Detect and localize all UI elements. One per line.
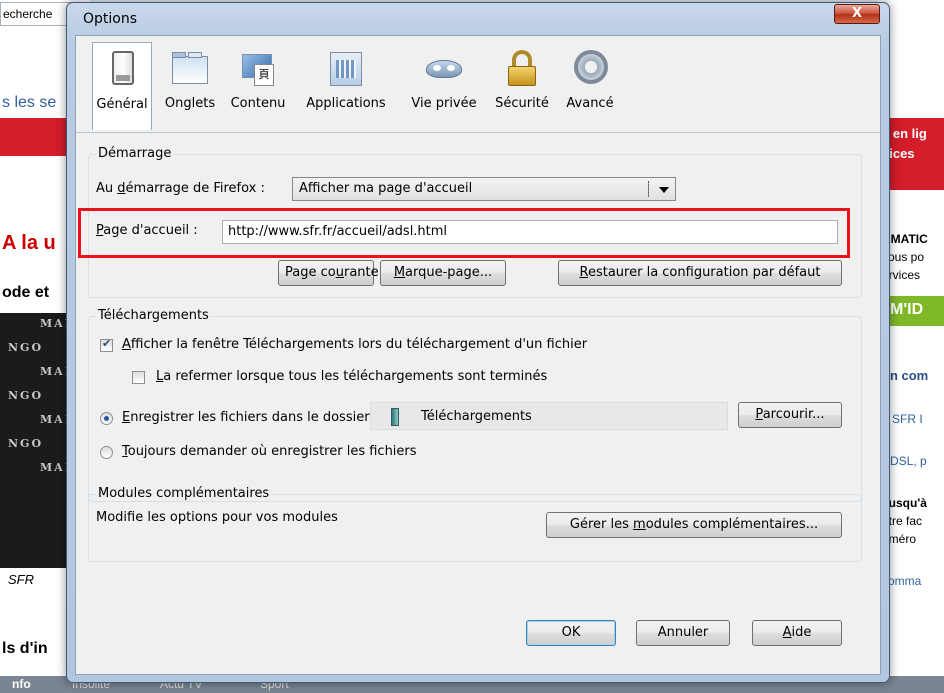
background-tab: nfo: [12, 677, 31, 691]
background-text: s les se: [2, 94, 57, 111]
content-icon: 頁: [238, 48, 278, 88]
gear-icon: [570, 48, 610, 88]
close-button[interactable]: X: [834, 4, 880, 24]
tab-security-label: Sécurité: [495, 96, 549, 111]
addons-description: Modifie les options pour vos modules: [96, 510, 338, 525]
browse-button[interactable]: Parcourir...: [738, 402, 842, 428]
tab-tabs[interactable]: Onglets: [160, 42, 220, 111]
tab-applications[interactable]: Applications: [296, 42, 396, 111]
download-folder-name: Téléchargements: [421, 409, 532, 424]
dialog-content: Général Onglets 頁 Contenu Applications V…: [75, 35, 881, 675]
folder-icon: [391, 408, 399, 426]
tab-advanced[interactable]: Avancé: [560, 42, 620, 111]
tab-tabs-label: Onglets: [164, 96, 216, 111]
padlock-icon: [502, 48, 542, 88]
tabs-icon: [170, 48, 210, 88]
background-text: vices: [882, 146, 915, 161]
use-bookmark-button[interactable]: Marque-page...: [380, 260, 506, 286]
background-text: e en lig: [882, 126, 927, 141]
background-text: SFR: [8, 572, 34, 587]
select-divider: [648, 181, 649, 197]
applications-icon: [326, 48, 366, 88]
show-downloads-label: Afficher la fenêtre Téléchargements lors…: [122, 337, 588, 352]
use-current-page-button[interactable]: Page courante: [278, 260, 379, 286]
always-ask-label: Toujours demander où enregistrer les fic…: [122, 444, 417, 459]
help-button[interactable]: Aide: [752, 620, 842, 646]
tab-content[interactable]: 頁 Contenu: [226, 42, 290, 111]
background-text: ode et: [2, 284, 50, 301]
highlight-box: [78, 208, 850, 258]
options-dialog: Options X Général Onglets 頁 Contenu Appl…: [66, 2, 890, 683]
save-to-folder-radio[interactable]: [100, 412, 113, 425]
downloads-group-title: Téléchargements: [96, 308, 211, 323]
startup-group-title: Démarrage: [96, 146, 174, 161]
chevron-down-icon: [659, 187, 669, 193]
startup-label: Au démarrage de Firefox :: [96, 181, 265, 196]
tab-privacy-label: Vie privée: [411, 96, 477, 111]
tab-general[interactable]: Général: [92, 42, 152, 130]
tab-general-label: Général: [96, 97, 148, 112]
toolbar-separator: [76, 132, 880, 133]
addons-group-title: Modules complémentaires: [96, 486, 272, 501]
tab-security[interactable]: Sécurité: [490, 42, 554, 111]
window-title: Options: [83, 11, 138, 27]
tab-applications-label: Applications: [306, 96, 386, 111]
startup-select-value: Afficher ma page d'accueil: [299, 181, 473, 196]
close-when-done-checkbox[interactable]: [132, 371, 145, 384]
tab-privacy[interactable]: Vie privée: [404, 42, 484, 111]
pane-toolbar: Général Onglets 頁 Contenu Applications V…: [76, 36, 880, 136]
always-ask-radio[interactable]: [100, 446, 113, 459]
background-headline: A la u: [2, 232, 56, 254]
cancel-button[interactable]: Annuler: [636, 620, 730, 646]
restore-default-button[interactable]: Restaurer la configuration par défaut: [558, 260, 842, 286]
startup-select[interactable]: Afficher ma page d'accueil: [292, 177, 676, 201]
download-folder-field: Téléchargements: [370, 402, 728, 430]
ok-button[interactable]: OK: [526, 620, 616, 646]
manage-addons-button[interactable]: Gérer les modules complémentaires...: [546, 512, 842, 538]
tab-content-label: Contenu: [230, 96, 286, 111]
privacy-mask-icon: [424, 48, 464, 88]
tab-advanced-label: Avancé: [566, 96, 614, 111]
save-to-folder-label: Enregistrer les fichiers dans le dossier: [122, 410, 370, 425]
title-bar[interactable]: Options X: [67, 3, 889, 33]
close-when-done-label: La refermer lorsque tous les téléchargem…: [156, 369, 548, 384]
show-downloads-checkbox[interactable]: [100, 337, 113, 352]
background-text: ls d'in: [2, 640, 48, 657]
switch-icon: [102, 49, 142, 89]
